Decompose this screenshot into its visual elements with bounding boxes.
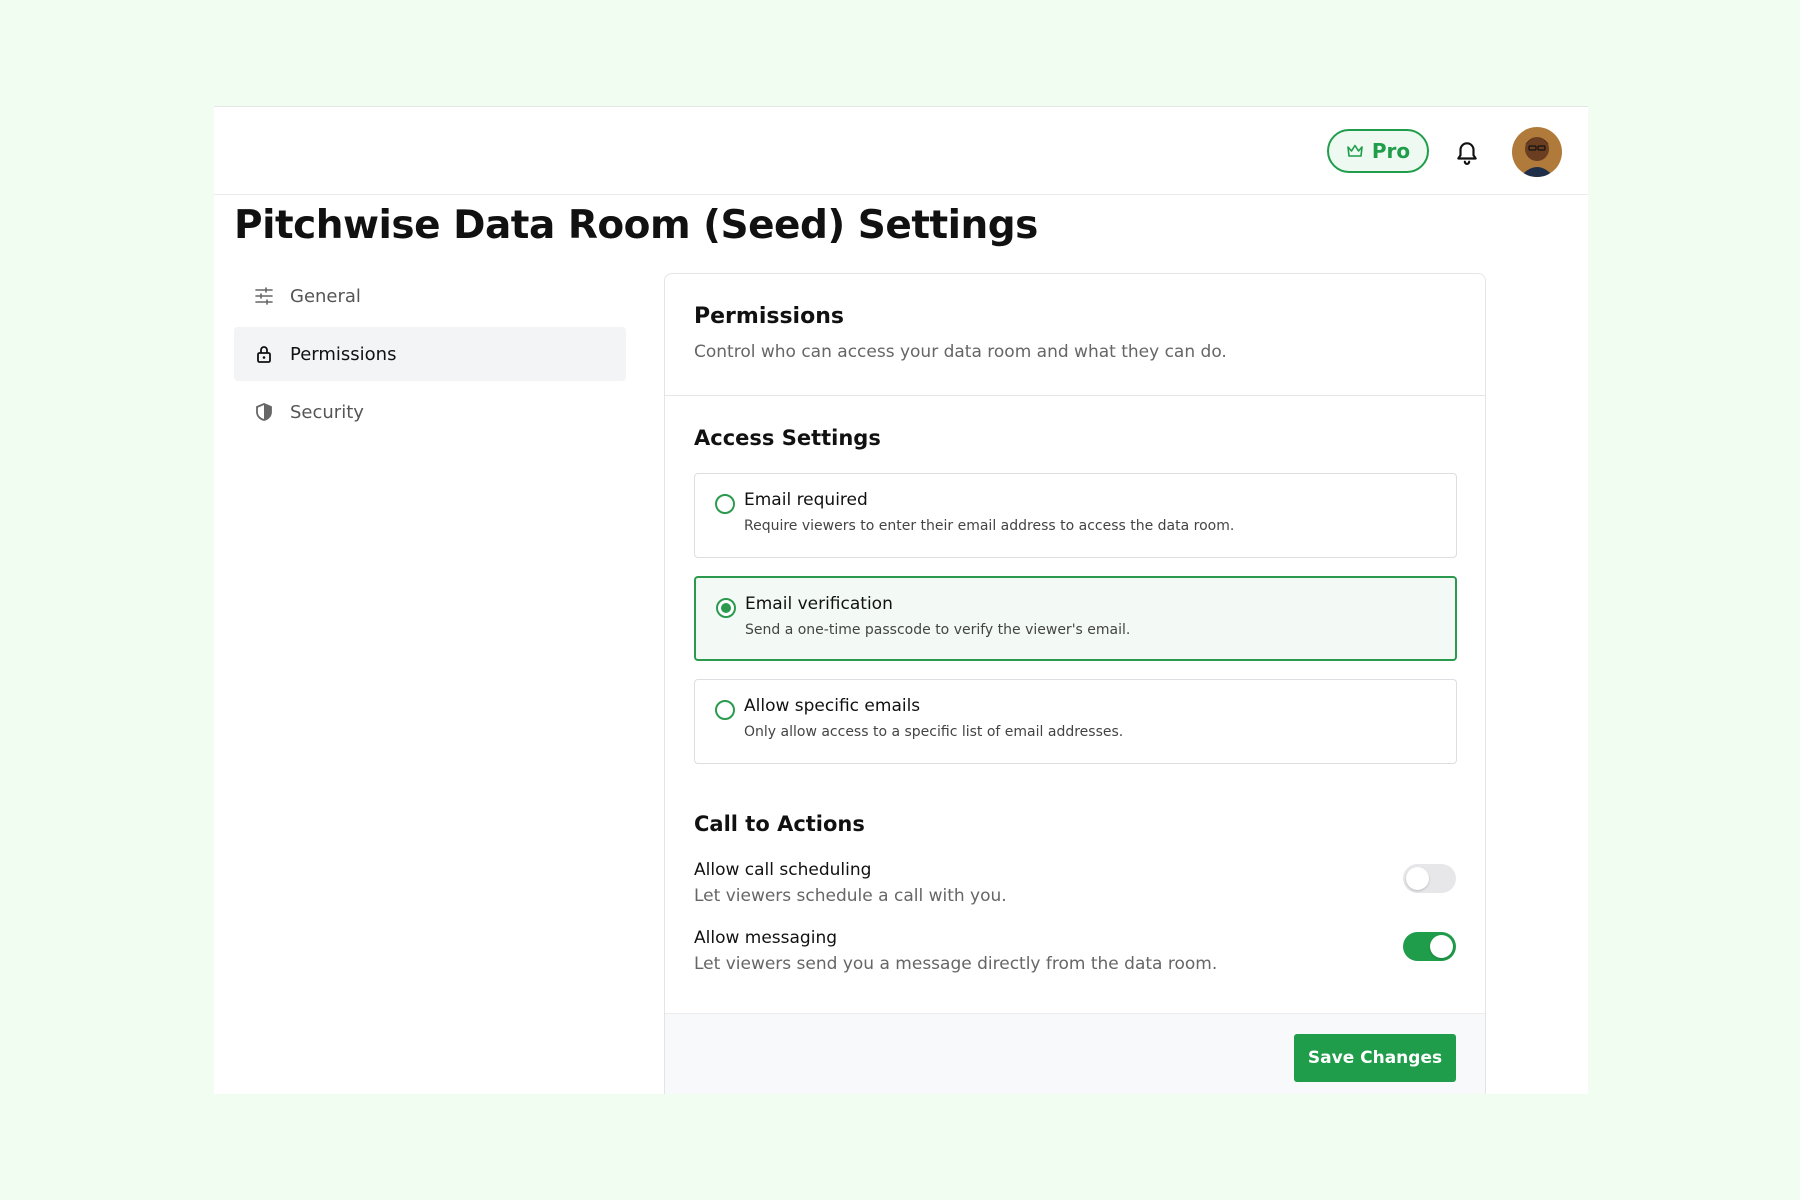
shield-icon: [256, 403, 272, 421]
access-option-email-required[interactable]: Email required Require viewers to enter …: [694, 473, 1457, 558]
toggle-row-call-scheduling: Allow call scheduling Let viewers schedu…: [694, 860, 1456, 928]
page-title: Pitchwise Data Room (Seed) Settings: [234, 203, 1038, 248]
settings-window: Pro Pitchwise Data Room (Seed) Settings: [214, 106, 1588, 1094]
option-description: Require viewers to enter their email add…: [744, 518, 1235, 534]
option-label: Allow specific emails: [744, 696, 921, 716]
avatar[interactable]: [1512, 127, 1562, 177]
toggle-description: Let viewers send you a message directly …: [694, 954, 1218, 974]
sidebar-item-permissions[interactable]: Permissions: [234, 327, 626, 381]
pro-label: Pro: [1371, 139, 1411, 163]
save-changes-button[interactable]: Save Changes: [1294, 1034, 1456, 1082]
sidebar-item-label: Permissions: [290, 343, 397, 365]
toggle-label: Allow messaging: [694, 928, 838, 948]
messaging-toggle[interactable]: [1403, 932, 1456, 961]
panel-footer: Save Changes: [665, 1013, 1485, 1094]
radio-button[interactable]: [715, 494, 735, 514]
panel-subtitle: Control who can access your data room an…: [694, 342, 1227, 362]
sidebar-item-label: General: [290, 285, 361, 307]
option-label: Email required: [744, 490, 868, 510]
toggle-label: Allow call scheduling: [694, 860, 872, 880]
call-to-actions-heading: Call to Actions: [694, 812, 865, 836]
sidebar-item-general[interactable]: General: [234, 269, 626, 323]
radio-button[interactable]: [716, 598, 736, 618]
radio-button[interactable]: [715, 700, 735, 720]
pro-button[interactable]: Pro: [1327, 129, 1429, 173]
option-label: Email verification: [745, 594, 893, 614]
crown-icon: [1347, 144, 1363, 157]
access-option-allow-specific-emails[interactable]: Allow specific emails Only allow access …: [694, 679, 1457, 764]
bell-icon[interactable]: [1454, 139, 1480, 165]
settings-sidebar: General Permissions Security: [234, 269, 626, 443]
toggle-description: Let viewers schedule a call with you.: [694, 886, 1007, 906]
option-description: Send a one-time passcode to verify the v…: [745, 622, 1131, 638]
access-option-email-verification[interactable]: Email verification Send a one-time passc…: [694, 576, 1457, 661]
lock-icon: [257, 346, 271, 363]
call-scheduling-toggle[interactable]: [1403, 864, 1456, 893]
panel-title: Permissions: [694, 304, 844, 329]
toggle-knob: [1430, 935, 1453, 958]
option-description: Only allow access to a specific list of …: [744, 724, 1124, 740]
panel-body: Access Settings Email required Require v…: [665, 396, 1485, 996]
panel-header: Permissions Control who can access your …: [665, 274, 1485, 396]
sliders-icon: [255, 287, 273, 305]
access-settings-heading: Access Settings: [694, 426, 881, 450]
top-bar: Pro: [214, 107, 1588, 195]
permissions-panel: Permissions Control who can access your …: [664, 273, 1486, 1094]
sidebar-item-label: Security: [290, 401, 364, 423]
sidebar-item-security[interactable]: Security: [234, 385, 626, 439]
toggle-knob: [1406, 867, 1429, 890]
toggle-row-messaging: Allow messaging Let viewers send you a m…: [694, 928, 1456, 996]
